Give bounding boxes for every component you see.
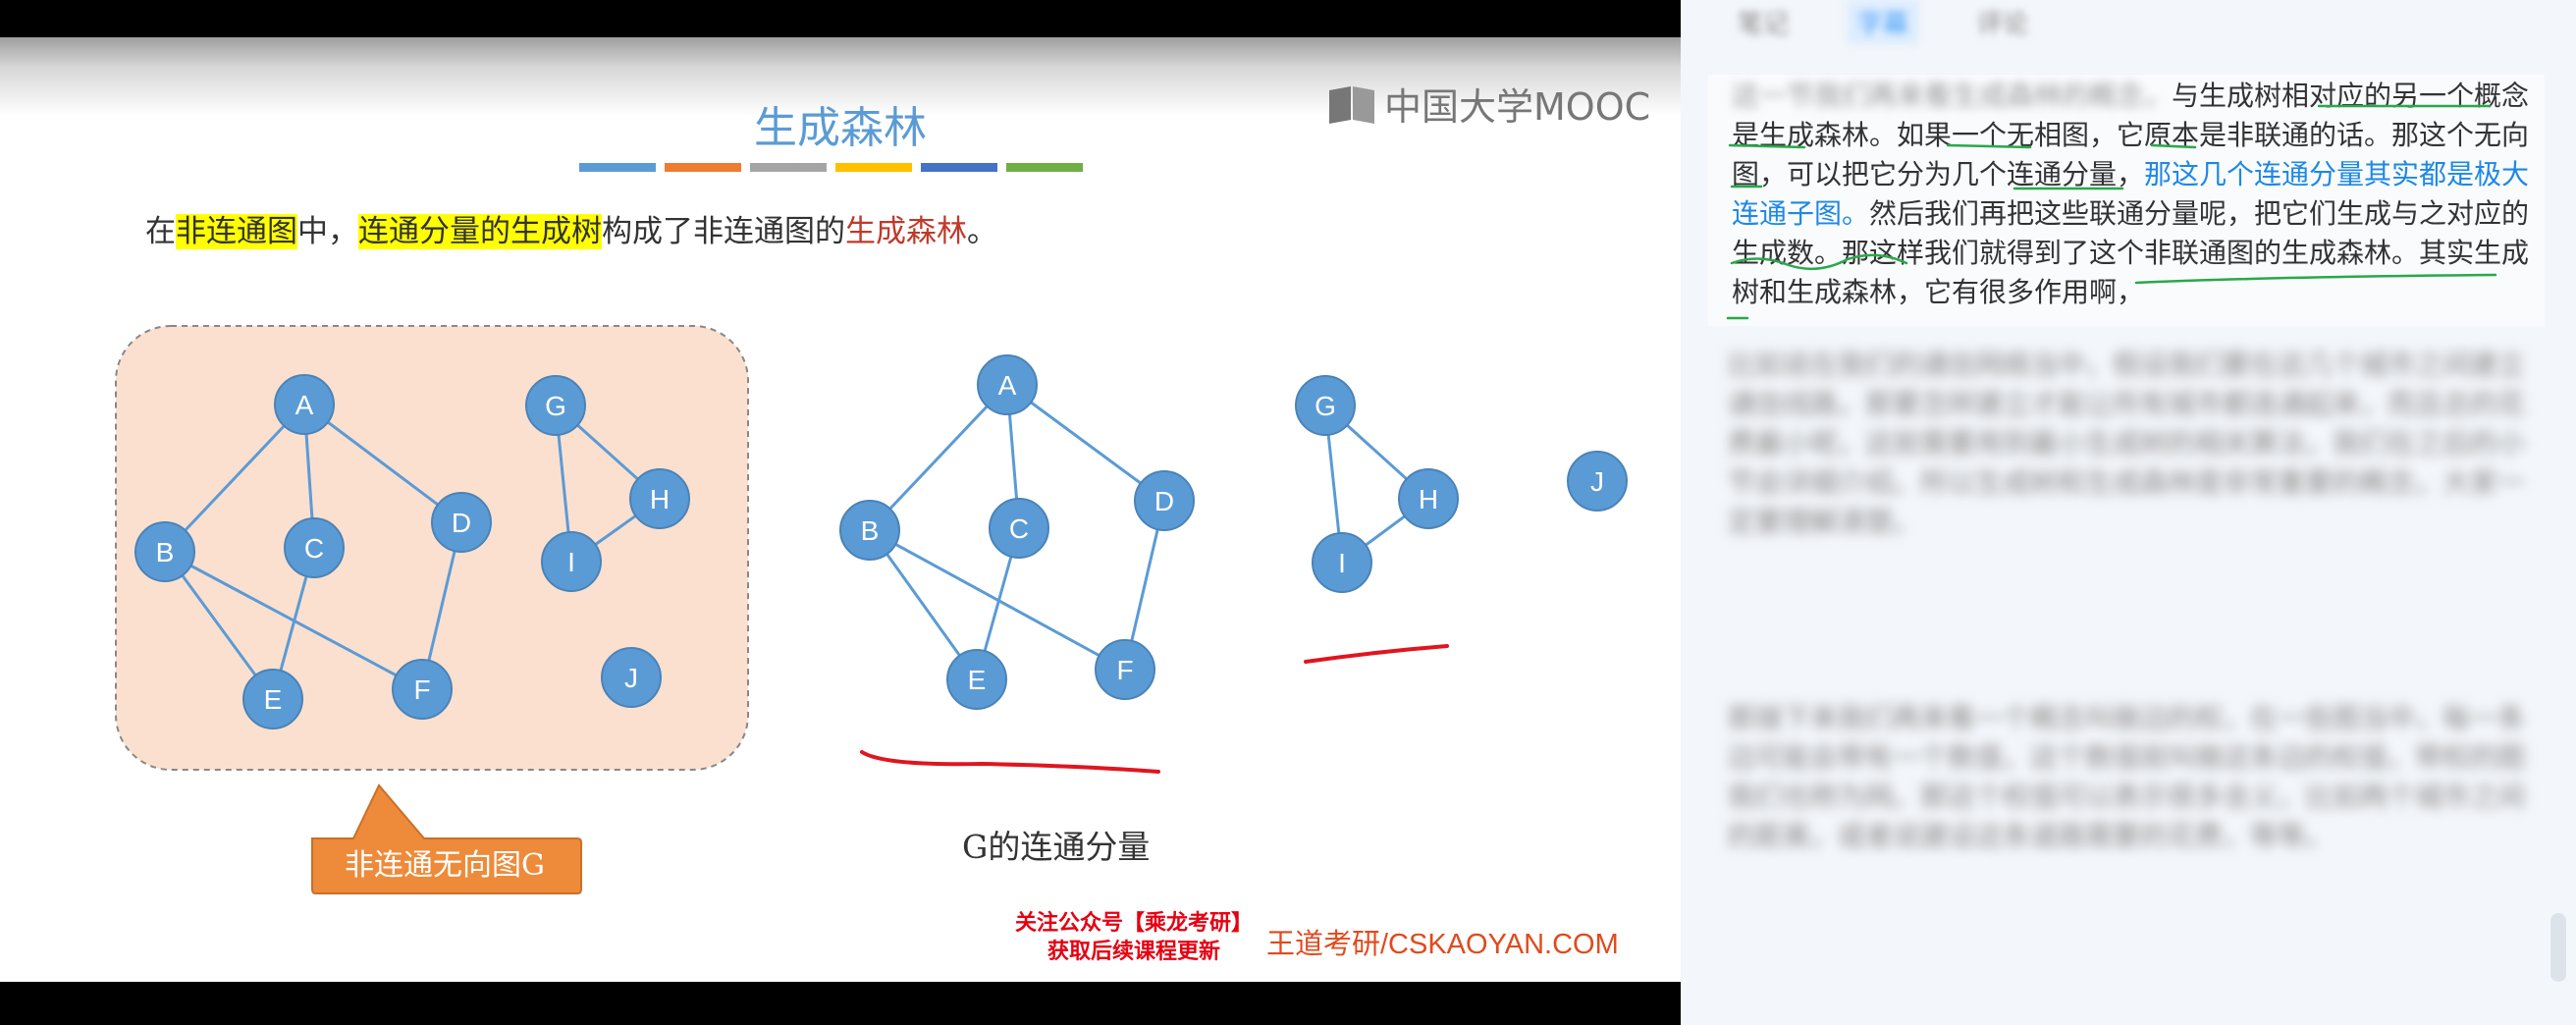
component2-node-label: H	[1419, 484, 1438, 514]
component1-node-label: D	[1154, 486, 1174, 516]
graph-g-node-label: E	[264, 684, 283, 715]
components-caption: G的连通分量	[962, 828, 1151, 866]
video-player[interactable]: 生成森林 中国大学MOOC 在非连通图中，连通分量的生成树构成了非连通图的生成森…	[0, 0, 1681, 1025]
callout-label: 非连通无向图G	[345, 848, 545, 883]
graph-g-node-label: I	[567, 547, 575, 577]
red-underline-component1	[860, 750, 1160, 774]
component1-node-label: F	[1116, 655, 1133, 685]
blurred-paragraph-1: 比如说在我们的通信网络当中，假设我们要在这几个城市之间建立通信线路，那要怎样建立…	[1728, 349, 2526, 538]
graph-g-node-label: D	[452, 508, 471, 538]
component3-node-label: J	[1590, 466, 1604, 497]
graph-g-node-label: G	[545, 391, 566, 421]
component1-node-label: B	[861, 515, 880, 546]
wechat-line2: 获取后续课程更新	[1046, 940, 1220, 964]
panel-scrollbar[interactable]	[2550, 913, 2566, 982]
handwritten-annotations	[1726, 104, 2497, 320]
component2-node-label: I	[1338, 548, 1346, 578]
graph-g-node-label: J	[624, 663, 638, 693]
component1-node-label: A	[998, 370, 1017, 401]
notes-panel[interactable]: 笔记 字幕 评论 这一节我们再来看生成森林的概念，与生成树相对应的另一个概念是生…	[1681, 0, 2576, 1025]
graph-g-node-label: C	[304, 533, 324, 564]
wechat-notice: 关注公众号【乘龙考研】 获取后续课程更新	[1011, 909, 1257, 966]
component2-node-label: G	[1315, 391, 1336, 421]
graph-g-node-label: F	[413, 674, 430, 705]
red-underline-component2	[1304, 644, 1449, 664]
component1-node-label: C	[1009, 513, 1029, 544]
graph-g-node-label: A	[295, 390, 314, 420]
graph-g-node-label: B	[156, 537, 175, 567]
graph-g-node-label: H	[650, 484, 670, 514]
component1-node-label: E	[968, 665, 987, 695]
wechat-line1: 关注公众号【乘龙考研】	[1014, 911, 1253, 936]
blurred-paragraph-2: 那接下来我们再来看一个概念叫做边的权，在一些图当中，每一条边可能会带有一个数值，…	[1728, 702, 2526, 852]
site-watermark: 王道考研/CSKAOYAN.COM	[1266, 929, 1619, 960]
lecture-slide: 生成森林 中国大学MOOC 在非连通图中，连通分量的生成树构成了非连通图的生成森…	[0, 37, 1681, 982]
graph-figure: A B C D E F G H I J A B C D E F G H I J	[115, 325, 1628, 894]
